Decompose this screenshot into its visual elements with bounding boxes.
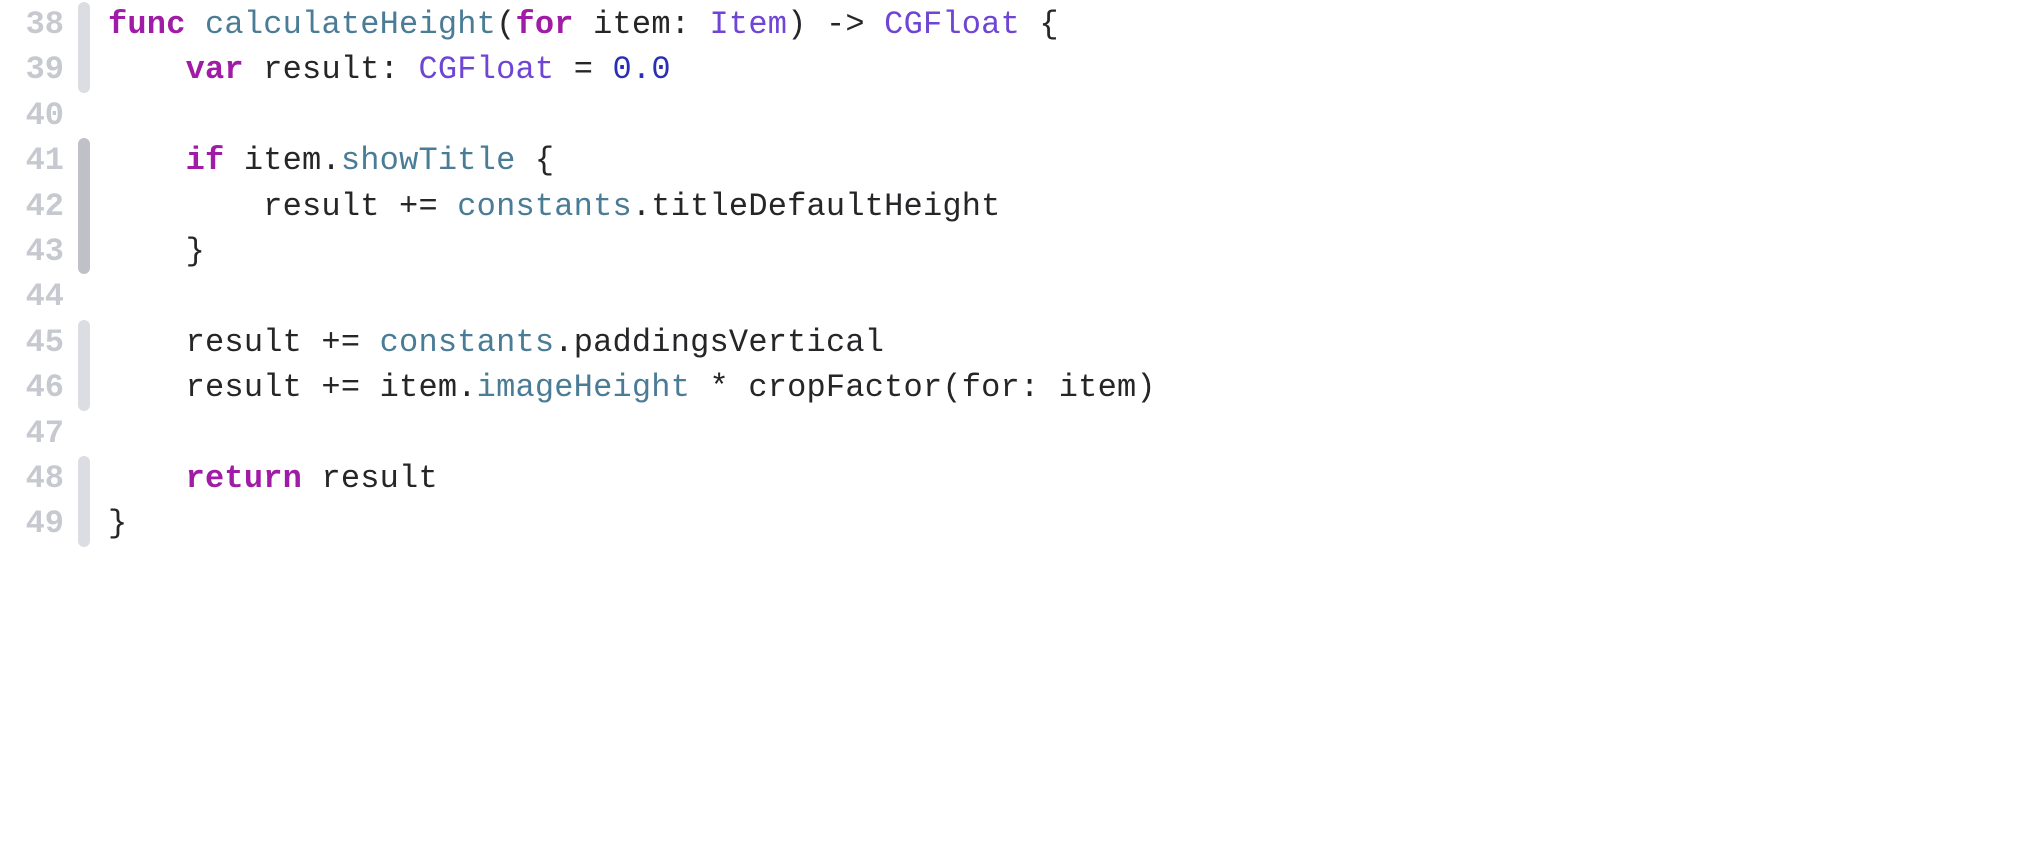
code-line[interactable]: 42 result += constants.titleDefaultHeigh… [0,184,2024,229]
code-line[interactable]: 38 func calculateHeight(for item: Item) -… [0,2,2024,47]
code-editor[interactable]: 38 func calculateHeight(for item: Item) -… [0,2,2024,547]
line-number: 42 [0,184,78,229]
code-content[interactable]: return result [90,456,438,501]
code-content[interactable]: } [90,229,205,274]
gutter-change-bar [78,138,90,183]
line-number: 46 [0,365,78,410]
code-line[interactable]: 41 if item.showTitle { [0,138,2024,183]
line-number: 38 [0,2,78,47]
gutter-change-bar [78,411,90,456]
line-number: 49 [0,501,78,546]
code-line[interactable]: 39 var result: CGFloat = 0.0 [0,47,2024,92]
code-content[interactable]: result += constants.paddingsVertical [90,320,884,365]
code-content[interactable]: if item.showTitle { [90,138,554,183]
code-line[interactable]: 45 result += constants.paddingsVertical [0,320,2024,365]
line-number: 40 [0,93,78,138]
gutter-change-bar [78,93,90,138]
line-number: 41 [0,138,78,183]
code-line[interactable]: 48 return result [0,456,2024,501]
gutter-change-bar [78,2,90,47]
code-content[interactable]: func calculateHeight(for item: Item) -> … [90,2,1059,47]
code-line[interactable]: 46 result += item.imageHeight * cropFact… [0,365,2024,410]
gutter-change-bar [78,184,90,229]
gutter-change-bar [78,501,90,546]
code-line[interactable]: 47 [0,411,2024,456]
code-line[interactable]: 43 } [0,229,2024,274]
gutter-change-bar [78,229,90,274]
line-number: 44 [0,274,78,319]
code-content[interactable]: } [90,501,127,546]
line-number: 48 [0,456,78,501]
code-line[interactable]: 49} [0,501,2024,546]
gutter-change-bar [78,365,90,410]
line-number: 43 [0,229,78,274]
code-content[interactable]: result += item.imageHeight * cropFactor(… [90,365,1156,410]
code-line[interactable]: 40 [0,93,2024,138]
line-number: 45 [0,320,78,365]
line-number: 47 [0,411,78,456]
code-content[interactable]: var result: CGFloat = 0.0 [90,47,671,92]
gutter-change-bar [78,274,90,319]
gutter-change-bar [78,320,90,365]
line-number: 39 [0,47,78,92]
code-content[interactable]: result += constants.titleDefaultHeight [90,184,1001,229]
code-line[interactable]: 44 [0,274,2024,319]
gutter-change-bar [78,456,90,501]
gutter-change-bar [78,47,90,92]
